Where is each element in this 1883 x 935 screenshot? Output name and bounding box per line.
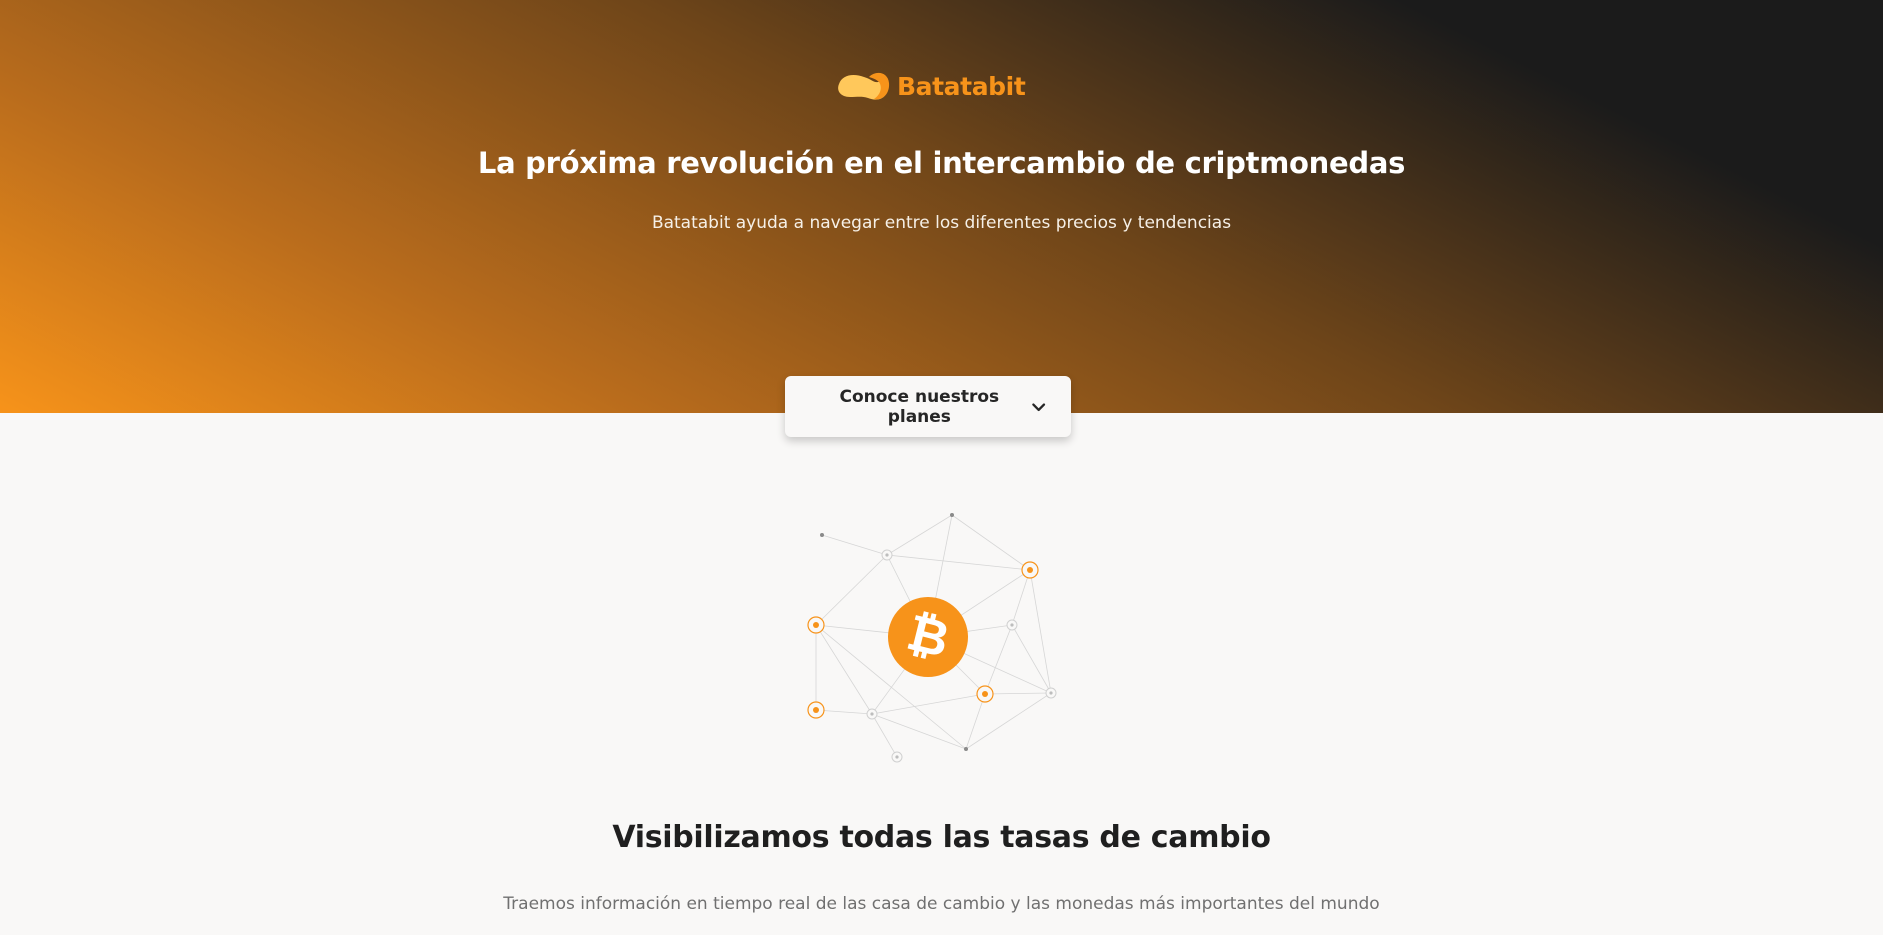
plans-button[interactable]: Conoce nuestros planes xyxy=(785,376,1071,437)
brand-logo[interactable]: Batatabit xyxy=(836,66,1026,106)
brand-name: Batatabit xyxy=(897,71,1026,101)
network-graph-icon: ₿ xyxy=(807,513,1057,763)
plans-button-label: Conoce nuestros planes xyxy=(839,386,1000,427)
chevron-down-icon xyxy=(1031,402,1045,411)
hero-section: Batatabit La próxima revolución en el in… xyxy=(0,0,1883,413)
section-title: Visibilizamos todas las tasas de cambio xyxy=(612,820,1271,855)
section-text: Traemos información en tiempo real de la… xyxy=(503,894,1380,914)
potato-logo-icon xyxy=(838,72,890,100)
hero-subtitle: Batatabit ayuda a navegar entre los dife… xyxy=(651,213,1232,233)
bitcoin-icon: ₿ xyxy=(888,597,968,677)
hero-title: La próxima revolución en el intercambio … xyxy=(477,146,1406,180)
